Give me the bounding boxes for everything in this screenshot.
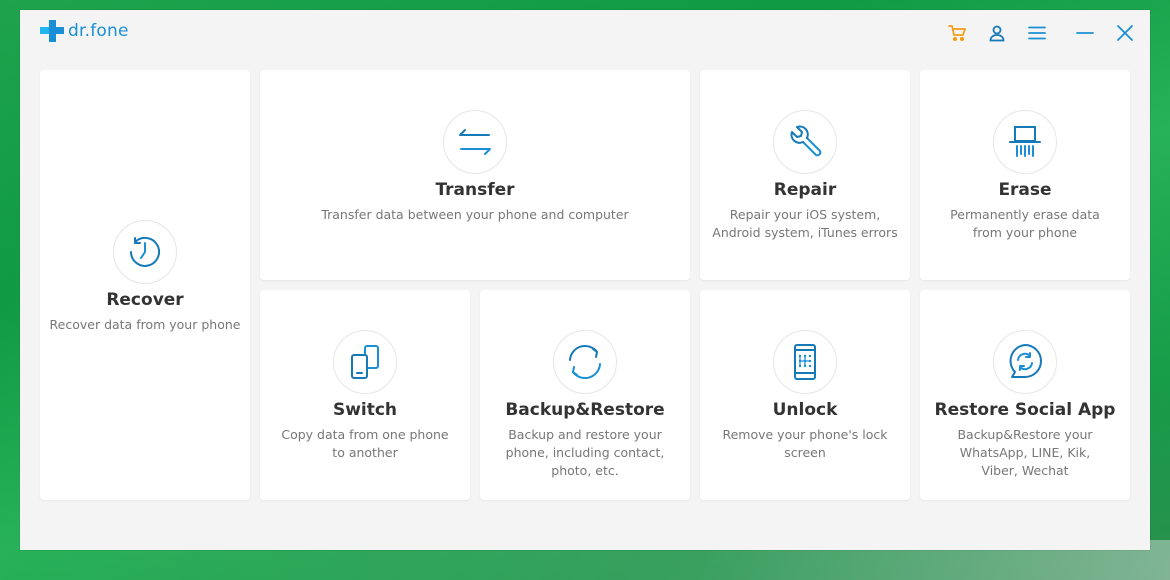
shredder-icon: [1009, 126, 1041, 157]
backup-title: Backup&Restore: [505, 400, 665, 420]
unlock-icon-circle: [773, 330, 837, 394]
recover-card[interactable]: Recover Recover data from your phone: [40, 70, 250, 500]
switch-title: Switch: [332, 400, 398, 420]
repair-desc: Repair your iOS system, Android system, …: [712, 207, 898, 240]
app-title: dr.fone: [68, 21, 129, 41]
switch-desc: Copy data from one phone to another: [281, 427, 449, 460]
recover-icon-circle: [113, 220, 177, 284]
repair-icon-circle: [773, 110, 837, 174]
repair-card[interactable]: Repair Repair your iOS system, Android s…: [700, 70, 910, 280]
erase-card[interactable]: Erase Permanently erase data from your p…: [920, 70, 1130, 280]
repair-title: Repair: [773, 180, 837, 200]
unlock-card[interactable]: Unlock Remove your phone's lock screen: [700, 290, 910, 500]
app-window: dr.fone Recover Recover data from your p…: [20, 10, 1150, 550]
title-bar: dr.fone: [20, 10, 1150, 60]
close-button[interactable]: [1110, 18, 1140, 48]
window-controls: [932, 18, 1140, 48]
unlock-title: Unlock: [772, 400, 838, 420]
app-logo: dr.fone: [40, 19, 129, 43]
erase-icon-circle: [993, 110, 1057, 174]
phone-lock-icon: [794, 344, 816, 380]
social-desc: Backup&Restore your WhatsApp, LINE, Kik,…: [957, 427, 1093, 478]
recover-desc: Recover data from your phone: [49, 317, 241, 332]
account-button[interactable]: [982, 18, 1012, 48]
minimize-icon: [1076, 32, 1094, 34]
backup-icon-circle: [553, 330, 617, 394]
unlock-desc: Remove your phone's lock screen: [722, 427, 888, 460]
switch-icon-circle: [333, 330, 397, 394]
transfer-arrows-icon: [459, 129, 491, 155]
backup-restore-card[interactable]: Backup&Restore Backup and restore your p…: [480, 290, 690, 500]
transfer-card[interactable]: Transfer Transfer data between your phon…: [260, 70, 690, 280]
user-icon: [989, 25, 1005, 42]
chat-sync-icon: [1009, 344, 1042, 378]
backup-desc: Backup and restore your phone, including…: [505, 427, 665, 478]
social-title: Restore Social App: [934, 400, 1116, 420]
restore-social-app-card[interactable]: Restore Social App Backup&Restore your W…: [920, 290, 1130, 500]
minimize-button[interactable]: [1070, 18, 1100, 48]
transfer-desc: Transfer data between your phone and com…: [321, 207, 629, 222]
sync-icon: [569, 345, 601, 379]
recover-title: Recover: [106, 290, 184, 310]
menu-icon: [1028, 26, 1046, 40]
wrench-icon: [790, 125, 822, 157]
menu-button[interactable]: [1022, 18, 1052, 48]
transfer-title: Transfer: [435, 180, 515, 200]
cart-icon: [948, 25, 966, 42]
erase-title: Erase: [998, 180, 1052, 200]
clock-icon: [130, 236, 160, 267]
social-icon-circle: [993, 330, 1057, 394]
transfer-icon-circle: [443, 110, 507, 174]
logo-cross-icon: [40, 19, 64, 43]
switch-card[interactable]: Switch Copy data from one phone to anoth…: [260, 290, 470, 500]
erase-desc: Permanently erase data from your phone: [950, 207, 1100, 240]
phone-switch-icon: [351, 345, 379, 379]
cart-button[interactable]: [942, 18, 972, 48]
close-icon: [1117, 25, 1133, 41]
